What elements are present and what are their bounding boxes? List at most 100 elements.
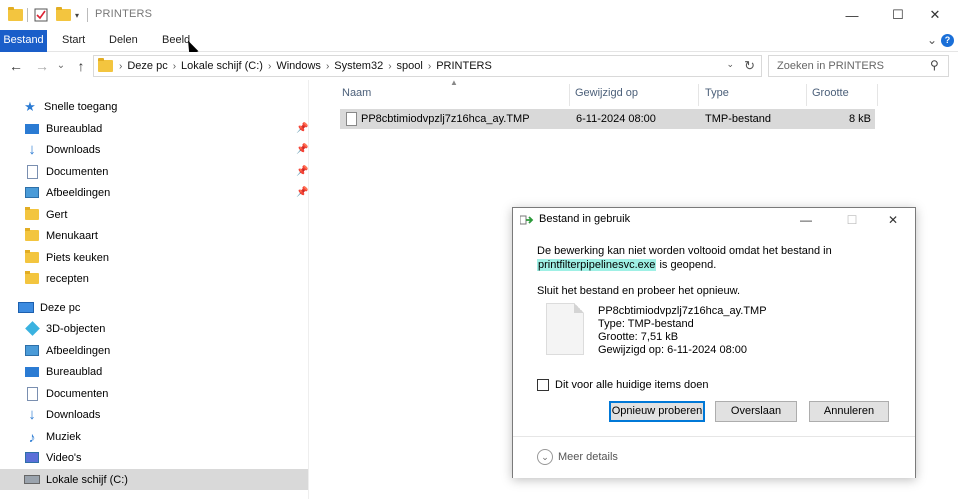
column-label: Gewijzigd op [575,87,638,99]
breadcrumb-deze-pc[interactable]: Deze pc [127,60,167,72]
message-tail: is geopend. [656,259,717,271]
column-header-type[interactable]: Type [705,86,729,106]
properties-icon[interactable] [34,7,48,23]
column-divider[interactable] [569,84,570,106]
sidebar-item-documenten[interactable]: Documenten 📌 [0,161,308,182]
chevron-right-icon: › [325,60,330,72]
sidebar-item-downloads[interactable]: ↓ Downloads 📌 [0,139,308,160]
new-folder-icon[interactable] [56,7,71,23]
cancel-button[interactable]: Annuleren [809,401,889,422]
breadcrumb-system32[interactable]: System32 [334,60,383,72]
navigation-pane: ★ Snelle toegang Bureaublad 📌 ↓ Download… [0,80,324,499]
file-type: TMP-bestand [705,113,772,125]
breadcrumb-printers[interactable]: PRINTERS [436,60,492,72]
sidebar-item-downloads-pc[interactable]: ↓ Downloads [0,404,308,425]
forward-button[interactable]: → [33,57,51,75]
file-info-modified: Gewijzigd op: 6-11-2024 08:00 [598,344,748,356]
file-info-name: PP8cbtimiodvpzlj7z16hca_ay.TMP [598,305,767,317]
file-info-size: Grootte: 7,51 kB [598,331,679,343]
dialog-close-button[interactable]: ✕ [878,208,908,232]
sidebar-scrollbar[interactable] [308,80,324,499]
sidebar-item-lokale-schijf[interactable]: Lokale schijf (C:) [0,469,308,490]
pin-icon: 📌 [296,187,309,198]
column-header-naam[interactable]: Naam [342,86,371,106]
ribbon-expand-icon[interactable]: ⌄ [927,30,937,52]
divider [27,7,28,23]
pin-icon: 📌 [296,166,309,177]
file-icon [546,303,584,355]
sidebar-item-bureaublad-pc[interactable]: Bureaublad [0,361,308,382]
tab-bestand[interactable]: Bestand [0,30,47,52]
skip-button[interactable]: Overslaan [715,401,797,422]
table-row[interactable]: PP8cbtimiodvpzlj7z16hca_ay.TMP 6-11-2024… [340,109,875,129]
breadcrumb-lokale-schijf[interactable]: Lokale schijf (C:) [181,60,263,72]
sidebar-item-muziek[interactable]: ♪ Muziek [0,426,308,447]
sort-ascending-icon: ▲ [450,78,458,87]
address-bar[interactable]: › Deze pc › Lokale schijf (C:) › Windows… [93,55,762,77]
breadcrumb-spool[interactable]: spool [397,60,423,72]
folder-icon [8,7,23,23]
apply-all-checkbox-row[interactable]: Dit voor alle huidige items doen [537,379,708,391]
pin-icon: 📌 [296,123,309,134]
sidebar-item-bureaublad[interactable]: Bureaublad 📌 [0,118,308,139]
chevron-right-icon: › [119,60,123,72]
apply-all-checkbox[interactable] [537,379,549,391]
refresh-icon[interactable]: ↻ [744,58,755,74]
sidebar-item-afbeeldingen[interactable]: Afbeeldingen 📌 [0,182,308,203]
sidebar-item-label: Afbeeldingen [46,344,111,357]
chevron-down-icon[interactable]: ⌄ [537,449,553,465]
sidebar-item-label: Menukaart [46,229,98,242]
pictures-icon [24,186,40,200]
chevron-right-icon: › [172,60,177,72]
column-divider[interactable] [806,84,807,106]
file-size: 8 kB [848,113,871,125]
dialog-footer: ⌄ Meer details [513,436,915,478]
address-dropdown-icon[interactable]: ⌄ [726,59,734,70]
sidebar-item-label: 3D-objecten [46,322,106,335]
download-arrow-icon: ↓ [28,141,36,158]
column-divider[interactable] [877,84,878,106]
sidebar-item-videos[interactable]: Video's [0,447,308,468]
tab-delen[interactable]: Delen [109,30,138,52]
column-header-gewijzigd-op[interactable]: Gewijzigd op [575,86,638,106]
navigation-bar: ← → ⌄ ↑ › Deze pc › Lokale schijf (C:) ›… [0,52,958,80]
dialog-minimize-button[interactable]: — [791,208,821,232]
more-details-link[interactable]: Meer details [558,451,618,463]
sidebar-item-recepten[interactable]: recepten [0,268,308,289]
ribbon-tabs: Bestand Start Delen Beeld ⌄ ? [0,30,958,52]
sidebar-item-afbeeldingen-pc[interactable]: Afbeeldingen [0,340,308,361]
column-label: Type [705,87,729,99]
minimize-button[interactable]: — [829,0,875,30]
sidebar-quick-access[interactable]: ★ Snelle toegang [0,96,308,117]
column-divider[interactable] [698,84,699,106]
dialog-maximize-button[interactable]: ☐ [837,208,867,232]
message-line: De bewerking kan niet worden voltooid om… [537,245,832,257]
sidebar-item-menukaart[interactable]: Menukaart [0,225,308,246]
title-bar: ▾ PRINTERS — ☐ ✕ [0,0,958,30]
breadcrumb-windows[interactable]: Windows [276,60,321,72]
sidebar-this-pc[interactable]: Deze pc [0,297,308,318]
close-button[interactable]: ✕ [912,0,958,30]
sidebar-item-label: Muziek [46,430,81,443]
download-arrow-icon: ↓ [28,406,36,423]
file-icon [346,112,357,126]
customize-toolbar-icon[interactable]: ▾ [75,7,79,23]
dialog-title: Bestand in gebruik [539,213,631,225]
column-header-grootte[interactable]: Grootte [812,86,849,106]
tab-start[interactable]: Start [62,30,85,52]
divider [87,7,88,23]
sidebar-item-piets-keuken[interactable]: Piets keuken [0,247,308,268]
sidebar-item-documenten-pc[interactable]: Documenten [0,383,308,404]
search-input[interactable]: Zoeken in PRINTERS [768,55,949,77]
sidebar-item-3d-objecten[interactable]: 3D-objecten [0,318,308,339]
recent-locations-button[interactable]: ⌄ [52,57,70,75]
folder-icon [24,250,40,265]
help-icon[interactable]: ? [941,34,954,47]
search-icon[interactable]: ⚲ [930,58,939,72]
up-button[interactable]: ↑ [72,57,90,75]
sidebar-item-label: Gert [46,208,68,221]
desktop-icon [24,122,40,136]
back-button[interactable]: ← [7,57,25,75]
retry-button[interactable]: Opnieuw proberen [609,401,705,422]
sidebar-item-gert[interactable]: Gert [0,204,308,225]
